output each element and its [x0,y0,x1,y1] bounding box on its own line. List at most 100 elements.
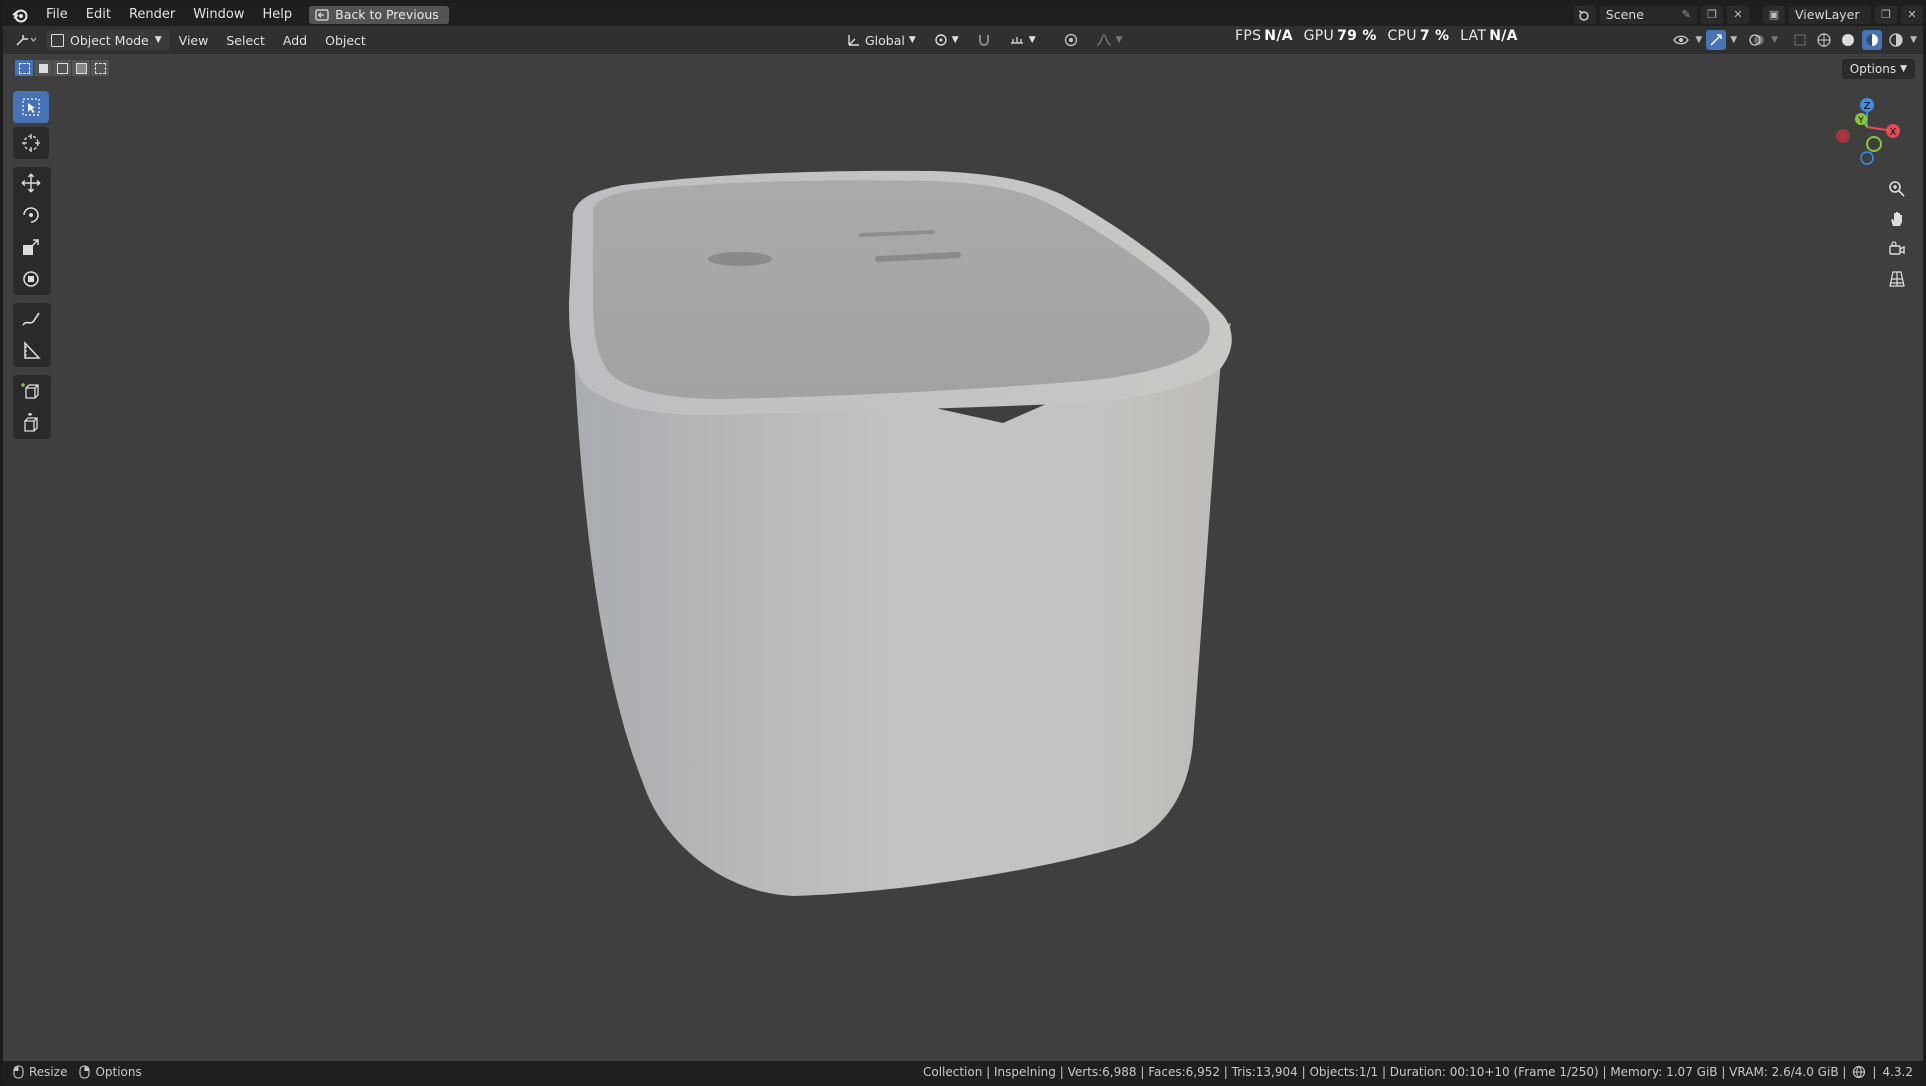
snap-target-dropdown[interactable]: ▼ [1003,30,1042,50]
viewlayer-browse-icon[interactable]: ▣ [1763,5,1785,24]
zoom-icon[interactable] [1885,177,1909,201]
mouse-left-icon [13,1065,24,1079]
delete-scene-icon[interactable]: ✕ [1727,5,1749,24]
select-invert-icon[interactable] [72,60,90,76]
viewport-3d-object[interactable] [3,3,1923,1083]
visibility-icon[interactable] [1671,30,1691,50]
select-intersect-icon[interactable] [91,60,109,76]
rendered-shading-icon[interactable] [1886,30,1906,50]
new-scene-icon[interactable]: ❐ [1701,5,1723,24]
menu-render[interactable]: Render [120,7,184,22]
object-top-face [593,180,1210,399]
wireframe-shading-icon[interactable] [1814,30,1834,50]
transform-tool[interactable] [13,263,49,295]
pivot-point-dropdown[interactable]: ▼ [928,30,965,50]
annotate-tool-group [13,303,51,367]
solid-shading-icon[interactable] [1838,30,1858,50]
cursor-tool[interactable] [13,127,49,159]
perspective-grid-icon[interactable] [1885,267,1909,291]
overlays-icon[interactable] [1747,30,1767,50]
gizmo-y-label: Y [1857,116,1864,126]
proportional-edit-icon [1064,33,1077,47]
navigation-gizmo[interactable]: X Z Y [1831,93,1903,173]
cpu-value: 7 % [1419,28,1450,44]
snap-toggle[interactable] [971,30,997,50]
object-mode-dropdown[interactable]: Object Mode ▼ [47,30,170,50]
fps-value: N/A [1264,28,1293,44]
snap-increment-icon [1010,37,1023,44]
camera-view-icon[interactable] [1885,237,1909,261]
scale-icon [23,239,39,255]
workspace-selectors: Scene ✎ ❐ ✕ ▣ ViewLayer ❐ ✕ [1573,3,1923,26]
viewport-header: Object Mode ▼ View Select Add Object Glo… [3,26,1923,54]
lat-label: LAT [1460,28,1487,44]
header-menu-select[interactable]: Select [217,33,274,48]
prong-slot-bottom [875,252,961,262]
blender-window: File Edit Render Window Help Back to Pre… [3,3,1923,1083]
menu-help[interactable]: Help [254,7,302,22]
gpu-value: 79 % [1337,28,1377,44]
scene-field[interactable]: Scene ✎ [1599,5,1697,24]
menu-edit[interactable]: Edit [77,7,120,22]
viewlayer-field[interactable]: ViewLayer [1789,5,1871,24]
measure-tool[interactable] [13,335,49,367]
status-hint-options-label: Options [95,1065,142,1079]
viewport-display-tools: ▼ ▼ ▼ ▼ [1671,30,1917,50]
fps-label: FPS [1235,28,1262,44]
editor-type-icon[interactable] [9,29,43,51]
top-menubar: File Edit Render Window Help Back to Pre… [3,3,1923,26]
status-hint-resize: Resize [13,1065,67,1079]
select-box-tool[interactable] [13,91,49,123]
extrude-icon [24,413,38,432]
cpu-label: CPU [1387,28,1417,44]
select-new-icon[interactable] [15,60,33,76]
gizmo-neg-z [1860,151,1874,165]
rotate-tool[interactable] [13,199,49,231]
magnet-icon [978,35,989,46]
object-mode-label: Object Mode [70,32,149,48]
xray-icon[interactable] [1790,30,1810,50]
select-subtract-icon[interactable] [53,60,71,76]
blender-logo-icon[interactable] [3,3,37,26]
select-box-icon [22,98,40,116]
header-menu-add[interactable]: Add [274,33,316,48]
header-menu-view[interactable]: View [170,33,218,48]
move-tool[interactable] [13,167,49,199]
new-viewlayer-icon[interactable]: ❐ [1875,5,1897,24]
delete-viewlayer-icon[interactable]: ✕ [1901,5,1923,24]
network-globe-icon[interactable] [1852,1065,1866,1079]
separator: | [1872,1065,1877,1079]
material-preview-shading-icon[interactable] [1862,30,1883,50]
annotate-tool[interactable] [13,303,49,335]
move-icon [21,173,41,193]
scene-browse-icon[interactable] [1573,5,1596,24]
options-label: Options [1849,62,1897,76]
gizmo-neg-y [1866,136,1882,152]
back-to-previous-label: Back to Previous [335,7,439,22]
pan-hand-icon[interactable] [1885,207,1909,231]
transform-icon [23,271,39,287]
menu-window[interactable]: Window [184,7,253,22]
header-menu-object[interactable]: Object [316,33,375,48]
select-extend-icon[interactable] [34,60,52,76]
extrude-tool[interactable] [13,407,49,439]
status-hint-resize-label: Resize [29,1065,68,1079]
orientation-dropdown[interactable]: Global ▼ [841,30,922,50]
scale-tool[interactable] [13,231,49,263]
menu-file[interactable]: File [37,7,77,22]
options-dropdown[interactable]: Options ▼ [1841,59,1915,79]
scene-name: Scene [1605,7,1644,22]
add-cube-tool[interactable] [13,375,49,407]
viewlayer-name: ViewLayer [1795,7,1860,22]
proportional-edit-toggle[interactable] [1058,30,1084,50]
cursor-icon [22,134,40,152]
pin-icon[interactable]: ✎ [1682,8,1691,21]
falloff-dropdown[interactable]: ▼ [1090,30,1129,50]
transform-tools: Global ▼ ▼ ▼ ▼ [841,30,1129,50]
ground-hole [708,252,772,266]
measure-icon [24,341,41,359]
back-to-previous-button[interactable]: Back to Previous [309,5,449,24]
gizmo-toggle-icon[interactable] [1706,30,1727,50]
tool-shelf [13,91,51,439]
blender-version: 4.3.2 [1882,1065,1913,1079]
